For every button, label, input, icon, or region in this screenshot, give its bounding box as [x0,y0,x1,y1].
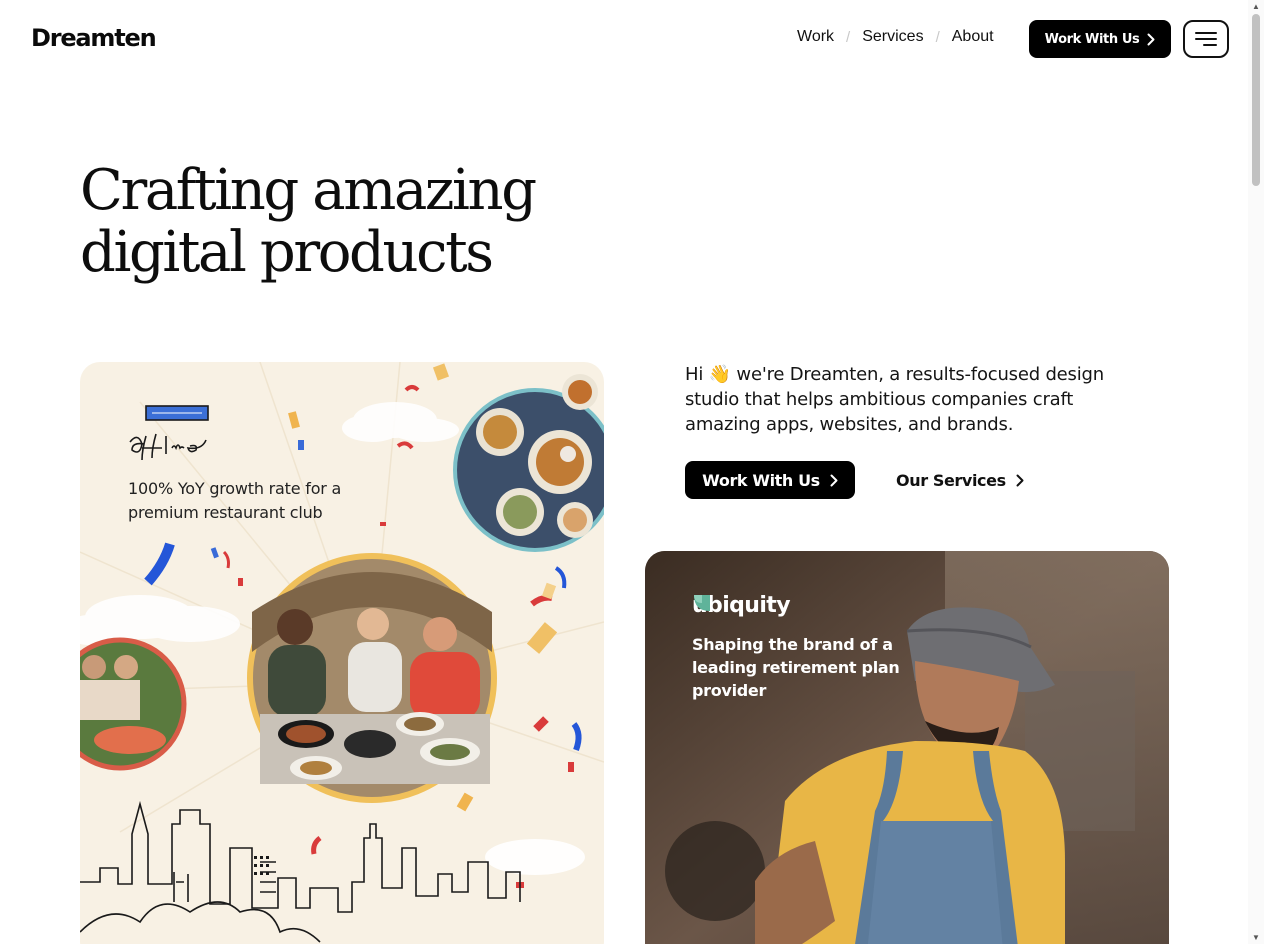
our-services-link[interactable]: Our Services [896,461,1024,499]
page-scrollbar[interactable]: ▲ ▼ [1248,0,1264,944]
intro-greeting: Hi [685,364,704,385]
work-with-us-button[interactable]: Work With Us [685,461,855,499]
chevron-right-icon [1016,474,1024,486]
offline-logo [129,405,209,461]
case-study-card-offline[interactable]: 100% YoY growth rate for a premium resta… [80,362,604,944]
nav-work[interactable]: Work [788,28,843,46]
intro-text: Hi 👋 we're Dreamten, a results-focused d… [685,362,1125,437]
hero-title: Crafting amazing digital products [80,160,600,284]
hamburger-line [1195,38,1217,40]
chevron-right-icon [830,474,838,486]
chevron-right-icon [1147,33,1155,45]
ubiquity-case-description: Shaping the brand of a leading retiremen… [692,635,900,700]
header-work-with-us-button[interactable]: Work With Us [1029,20,1171,58]
scroll-up-arrow-icon[interactable]: ▲ [1252,2,1260,11]
hero-title-line1: Crafting amazing [80,158,537,223]
offline-case-description: 100% YoY growth rate for a premium resta… [128,479,342,522]
nav-about[interactable]: About [943,28,1003,46]
main-nav: Work / Services / About [788,28,1003,46]
hamburger-line [1203,44,1217,46]
header-cta-label: Work With Us [1044,31,1140,47]
our-services-label: Our Services [896,470,1006,490]
nav-separator: / [846,28,851,46]
hero-title-line2: digital products [80,220,494,285]
case-study-card-ubiquity[interactable]: ubiquity Shaping the brand of a leading … [645,551,1169,944]
scrollbar-thumb[interactable] [1252,14,1260,186]
waving-hand-icon: 👋 [708,364,731,385]
nav-services[interactable]: Services [853,28,932,46]
hamburger-menu-icon [1195,32,1217,34]
scroll-down-arrow-icon[interactable]: ▼ [1252,933,1260,942]
ubiquity-brand: ubiquity [692,593,791,618]
work-with-us-label: Work With Us [702,470,820,490]
site-logo[interactable]: Dreamten [31,24,157,52]
nav-separator: / [935,28,940,46]
offline-illustration [80,362,604,943]
hamburger-menu-button[interactable] [1183,20,1229,58]
intro-body: we're Dreamten, a results-focused design… [685,364,1104,435]
ubiquity-logo-icon [694,595,710,611]
site-header: Dreamten Work / Services / About Work Wi… [0,0,1248,80]
